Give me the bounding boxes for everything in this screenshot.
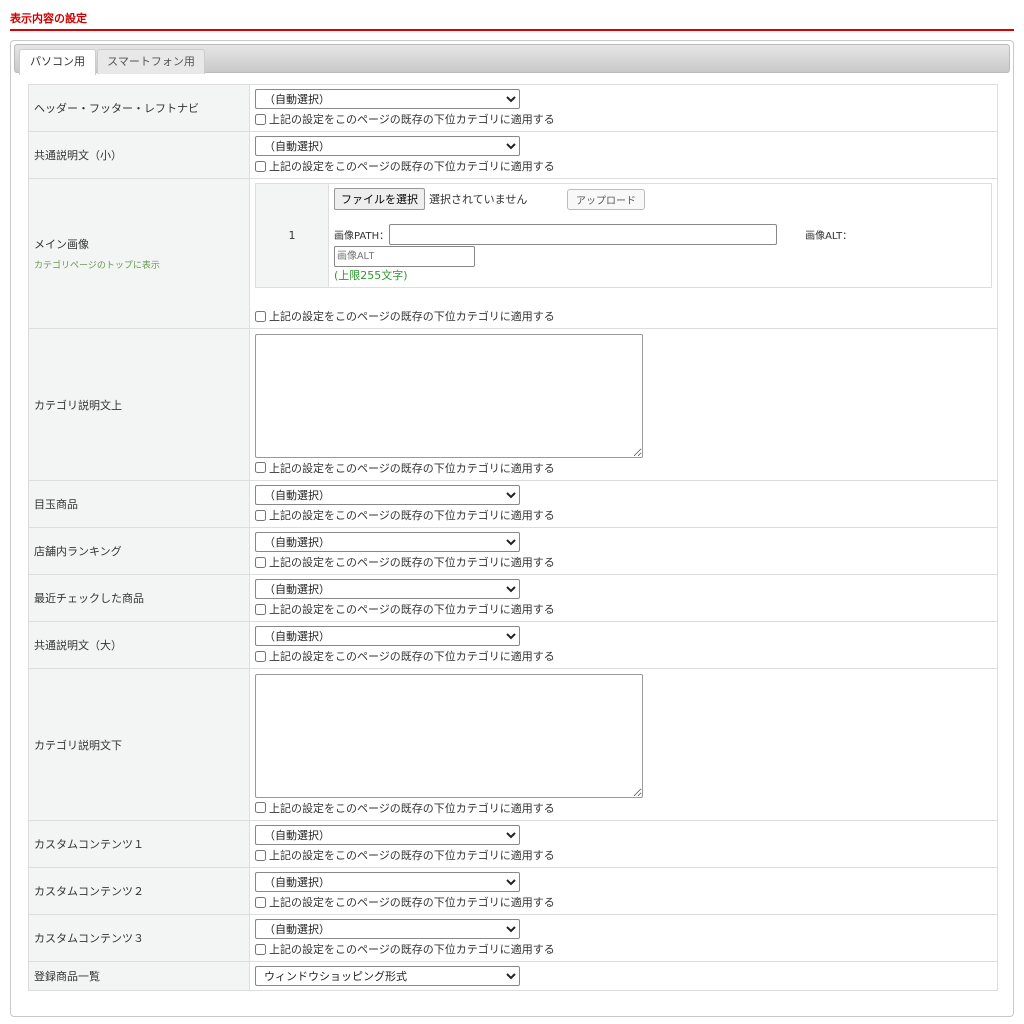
apply-label: 上記の設定をこのページの既存の下位カテゴリに適用する (269, 650, 555, 663)
apply-checkbox-input[interactable] (255, 556, 266, 568)
settings-table: ヘッダー・フッター・レフトナビ （自動選択） 上記の設定をこのページの既存の下位… (28, 84, 998, 991)
apply-checkbox-input[interactable] (255, 603, 266, 615)
apply-checkbox[interactable]: 上記の設定をこのページの既存の下位カテゴリに適用する (255, 847, 992, 863)
row-label: カテゴリ説明文下 (28, 668, 250, 821)
divider (10, 29, 1014, 31)
apply-label: 上記の設定をこのページの既存の下位カテゴリに適用する (269, 603, 555, 616)
apply-label: 上記の設定をこのページの既存の下位カテゴリに適用する (269, 160, 555, 173)
common-large-select[interactable]: （自動選択） (255, 626, 520, 646)
apply-checkbox-input[interactable] (255, 650, 266, 662)
row-label: 最近チェックした商品 (28, 574, 250, 622)
tab-smartphone[interactable]: スマートフォン用 (97, 49, 205, 74)
row-common-small: 共通説明文（小） （自動選択） 上記の設定をこのページの既存の下位カテゴリに適用… (28, 131, 998, 179)
apply-checkbox-input[interactable] (255, 896, 266, 908)
image-index: 1 (255, 183, 329, 288)
apply-label: 上記の設定をこのページの既存の下位カテゴリに適用する (269, 310, 555, 323)
product-list-select[interactable]: ウィンドウショッピング形式 (255, 966, 520, 986)
apply-checkbox[interactable]: 上記の設定をこのページの既存の下位カテゴリに適用する (255, 460, 992, 476)
apply-checkbox[interactable]: 上記の設定をこのページの既存の下位カテゴリに適用する (255, 601, 992, 617)
apply-checkbox[interactable]: 上記の設定をこのページの既存の下位カテゴリに適用する (255, 111, 992, 127)
apply-checkbox[interactable]: 上記の設定をこのページの既存の下位カテゴリに適用する (255, 800, 992, 816)
apply-label: 上記の設定をこのページの既存の下位カテゴリに適用する (269, 943, 555, 956)
file-status: 選択されていません (429, 193, 528, 206)
row-label: カスタムコンテンツ１ (28, 820, 250, 868)
row-ranking: 店舗内ランキング （自動選択） 上記の設定をこのページの既存の下位カテゴリに適用… (28, 527, 998, 575)
custom2-select[interactable]: （自動選択） (255, 872, 520, 892)
apply-label: 上記の設定をこのページの既存の下位カテゴリに適用する (269, 113, 555, 126)
ranking-select[interactable]: （自動選択） (255, 532, 520, 552)
row-label: カスタムコンテンツ２ (28, 867, 250, 915)
apply-label: 上記の設定をこのページの既存の下位カテゴリに適用する (269, 556, 555, 569)
custom3-select[interactable]: （自動選択） (255, 919, 520, 939)
row-custom3: カスタムコンテンツ３ （自動選択） 上記の設定をこのページの既存の下位カテゴリに… (28, 914, 998, 962)
apply-label: 上記の設定をこのページの既存の下位カテゴリに適用する (269, 896, 555, 909)
apply-checkbox-input[interactable] (255, 802, 266, 813)
row-label: 店舗内ランキング (28, 527, 250, 575)
apply-checkbox[interactable]: 上記の設定をこのページの既存の下位カテゴリに適用する (255, 894, 992, 910)
apply-label: 上記の設定をこのページの既存の下位カテゴリに適用する (269, 801, 555, 815)
apply-checkbox-input[interactable] (255, 160, 266, 172)
row-label: ヘッダー・フッター・レフトナビ (28, 84, 250, 132)
apply-checkbox[interactable]: 上記の設定をこのページの既存の下位カテゴリに適用する (255, 554, 992, 570)
featured-select[interactable]: （自動選択） (255, 485, 520, 505)
apply-checkbox[interactable]: 上記の設定をこのページの既存の下位カテゴリに適用する (255, 308, 992, 324)
row-label: カスタムコンテンツ３ (28, 914, 250, 962)
row-label: カテゴリ説明文上 (28, 328, 250, 481)
row-label: メイン画像 (34, 238, 89, 251)
apply-checkbox-input[interactable] (255, 310, 266, 322)
apply-checkbox[interactable]: 上記の設定をこのページの既存の下位カテゴリに適用する (255, 158, 992, 174)
row-desc-top: カテゴリ説明文上 上記の設定をこのページの既存の下位カテゴリに適用する (28, 328, 998, 481)
row-label: 登録商品一覧 (28, 961, 250, 991)
custom1-select[interactable]: （自動選択） (255, 825, 520, 845)
image-path-input[interactable] (389, 224, 778, 245)
recent-select[interactable]: （自動選択） (255, 579, 520, 599)
image-table: 1 ファイルを選択 選択されていません アップロード 画像PATH： 画像ALT… (255, 183, 992, 288)
row-label: 共通説明文（小） (28, 131, 250, 179)
apply-label: 上記の設定をこのページの既存の下位カテゴリに適用する (269, 509, 555, 522)
desc-top-textarea[interactable] (255, 333, 643, 458)
apply-label: 上記の設定をこのページの既存の下位カテゴリに適用する (269, 849, 555, 862)
apply-checkbox[interactable]: 上記の設定をこのページの既存の下位カテゴリに適用する (255, 648, 992, 664)
row-recent: 最近チェックした商品 （自動選択） 上記の設定をこのページの既存の下位カテゴリに… (28, 574, 998, 622)
apply-checkbox-input[interactable] (255, 113, 266, 125)
image-alt-input[interactable] (334, 246, 475, 267)
apply-label: 上記の設定をこのページの既存の下位カテゴリに適用する (269, 461, 555, 475)
tab-bar: パソコン用 スマートフォン用 (14, 44, 1010, 75)
row-sublabel: カテゴリページのトップに表示 (34, 261, 160, 271)
upload-button[interactable]: アップロード (567, 188, 645, 210)
header-footer-select[interactable]: （自動選択） (255, 89, 520, 109)
common-small-select[interactable]: （自動選択） (255, 136, 520, 156)
row-header-footer: ヘッダー・フッター・レフトナビ （自動選択） 上記の設定をこのページの既存の下位… (28, 84, 998, 132)
row-desc-bottom: カテゴリ説明文下 上記の設定をこのページの既存の下位カテゴリに適用する (28, 668, 998, 821)
apply-checkbox[interactable]: 上記の設定をこのページの既存の下位カテゴリに適用する (255, 941, 992, 957)
apply-checkbox[interactable]: 上記の設定をこのページの既存の下位カテゴリに適用する (255, 507, 992, 523)
apply-checkbox-input[interactable] (255, 943, 266, 955)
settings-panel: パソコン用 スマートフォン用 ヘッダー・フッター・レフトナビ （自動選択） 上記… (10, 40, 1014, 1017)
desc-bottom-textarea[interactable] (255, 673, 643, 798)
choose-file-button[interactable]: ファイルを選択 (334, 188, 425, 210)
path-label: 画像PATH： (334, 231, 390, 242)
row-label: 共通説明文（大） (28, 621, 250, 669)
row-common-large: 共通説明文（大） （自動選択） 上記の設定をこのページの既存の下位カテゴリに適用… (28, 621, 998, 669)
row-custom2: カスタムコンテンツ２ （自動選択） 上記の設定をこのページの既存の下位カテゴリに… (28, 867, 998, 915)
row-product-list: 登録商品一覧 ウィンドウショッピング形式 (28, 961, 998, 991)
row-label: 目玉商品 (28, 480, 250, 528)
row-main-image: メイン画像カテゴリページのトップに表示 1 ファイルを選択 選択されていません … (28, 178, 998, 329)
row-custom1: カスタムコンテンツ１ （自動選択） 上記の設定をこのページの既存の下位カテゴリに… (28, 820, 998, 868)
apply-checkbox-input[interactable] (255, 509, 266, 521)
alt-label: 画像ALT： (805, 231, 853, 242)
section-title: 表示内容の設定 (10, 12, 87, 25)
char-limit: (上限255文字) (334, 269, 408, 282)
tab-pc[interactable]: パソコン用 (19, 49, 96, 75)
apply-checkbox-input[interactable] (255, 849, 266, 861)
row-featured: 目玉商品 （自動選択） 上記の設定をこのページの既存の下位カテゴリに適用する (28, 480, 998, 528)
apply-checkbox-input[interactable] (255, 462, 266, 473)
